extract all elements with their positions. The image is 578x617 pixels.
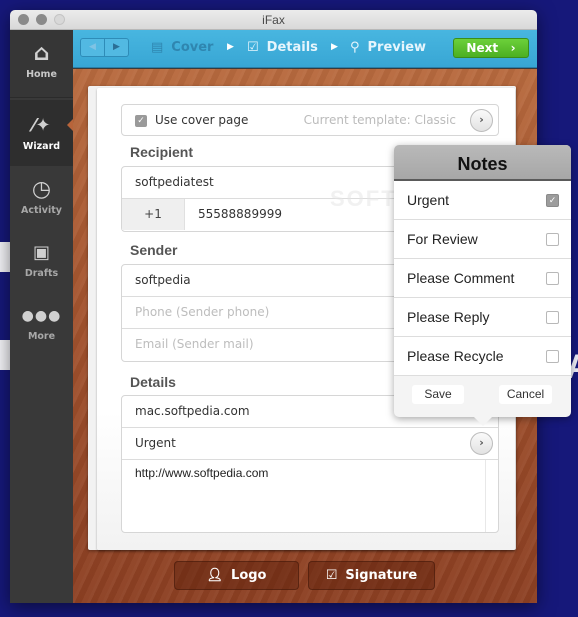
- sidebar-item-home[interactable]: ⌂ Home: [10, 30, 73, 98]
- edit-icon: ☑: [247, 40, 259, 55]
- details-heading: Details: [130, 374, 176, 390]
- step-arrow-icon: ▶: [227, 42, 234, 52]
- document-icon: ▤: [151, 40, 164, 55]
- sidebar-item-drafts[interactable]: ▣ Drafts: [10, 229, 73, 289]
- current-template-label: Current template: Classic: [303, 113, 456, 127]
- zoom-window-button[interactable]: [54, 14, 65, 25]
- window-title: iFax: [262, 13, 285, 27]
- notes-title: Notes: [394, 145, 571, 181]
- cancel-button[interactable]: Cancel: [499, 385, 552, 404]
- notes-chevron-button[interactable]: ›: [470, 432, 493, 455]
- back-forward-control: ◀ ▶: [80, 38, 129, 57]
- message-scrollbar[interactable]: [485, 460, 486, 532]
- note-checkbox[interactable]: ✓: [546, 194, 559, 207]
- step-preview[interactable]: ⚲ Preview: [350, 40, 426, 55]
- search-icon: ⚲: [350, 40, 360, 55]
- sidebar-item-more[interactable]: ●●● More: [10, 292, 73, 352]
- sidebar-item-label: Home: [26, 69, 57, 80]
- save-button[interactable]: Save: [412, 385, 464, 404]
- minimize-window-button[interactable]: [36, 14, 47, 25]
- wizard-toolbar: ◀ ▶ ▤ Cover ▶ ☑ Details ▶ ⚲ Preview Next ›: [73, 30, 537, 68]
- sidebar-item-wizard[interactable]: ⁄✦ Wizard: [10, 100, 73, 166]
- notes-field[interactable]: Urgent: [135, 436, 176, 450]
- sidebar-item-label: More: [27, 331, 56, 342]
- edit-icon: ☑: [325, 568, 338, 583]
- country-code-field[interactable]: +1: [122, 199, 185, 230]
- step-details[interactable]: ☑ Details: [247, 40, 318, 55]
- home-icon: ⌂: [33, 41, 50, 66]
- popover-arrow: [473, 416, 493, 426]
- notes-popover: Notes Urgent ✓ For Review Please Comment…: [394, 145, 571, 426]
- back-button[interactable]: ◀: [81, 39, 105, 56]
- sidebar-item-label: Drafts: [24, 268, 59, 279]
- sidebar-item-label: Wizard: [22, 141, 61, 152]
- more-dots-icon: ●●●: [21, 308, 62, 324]
- note-option-for-review[interactable]: For Review: [394, 220, 571, 259]
- forward-button[interactable]: ▶: [105, 39, 128, 56]
- note-checkbox[interactable]: [546, 233, 559, 246]
- sidebar: ⌂ Home ⁄✦ Wizard ◷ Activity ▣ Drafts ●●●…: [10, 30, 73, 603]
- chevron-right-icon: ›: [510, 41, 516, 55]
- close-window-button[interactable]: [18, 14, 29, 25]
- recipient-heading: Recipient: [130, 144, 194, 160]
- signature-button[interactable]: ☑ Signature: [308, 561, 435, 590]
- clock-icon: ◷: [31, 177, 52, 202]
- note-option-please-comment[interactable]: Please Comment: [394, 259, 571, 298]
- step-arrow-icon: ▶: [331, 42, 338, 52]
- next-button[interactable]: Next ›: [453, 38, 529, 58]
- person-icon: 👤︎: [206, 568, 224, 583]
- use-cover-page-label: Use cover page: [155, 113, 249, 127]
- magic-wand-icon: ⁄✦: [32, 115, 51, 136]
- sidebar-item-activity[interactable]: ◷ Activity: [10, 166, 73, 226]
- note-checkbox[interactable]: [546, 311, 559, 324]
- note-option-please-reply[interactable]: Please Reply: [394, 298, 571, 337]
- note-option-please-recycle[interactable]: Please Recycle: [394, 337, 571, 376]
- use-cover-page-checkbox[interactable]: ✓: [135, 114, 147, 127]
- message-textarea[interactable]: http://www.softpedia.com: [122, 460, 498, 532]
- paperclip-icon: ▣: [32, 242, 50, 263]
- sidebar-item-label: Activity: [21, 205, 62, 216]
- note-checkbox[interactable]: [546, 272, 559, 285]
- fax-number-field[interactable]: 55588889999: [198, 207, 282, 221]
- sender-heading: Sender: [130, 242, 178, 258]
- logo-button[interactable]: 👤︎ Logo: [174, 561, 299, 590]
- title-bar: iFax: [10, 10, 537, 30]
- cover-page-box: ✓ Use cover page Current template: Classi…: [121, 104, 499, 136]
- note-option-urgent[interactable]: Urgent ✓: [394, 181, 571, 220]
- step-cover[interactable]: ▤ Cover: [151, 40, 213, 55]
- note-checkbox[interactable]: [546, 350, 559, 363]
- template-chevron-button[interactable]: ›: [470, 109, 493, 132]
